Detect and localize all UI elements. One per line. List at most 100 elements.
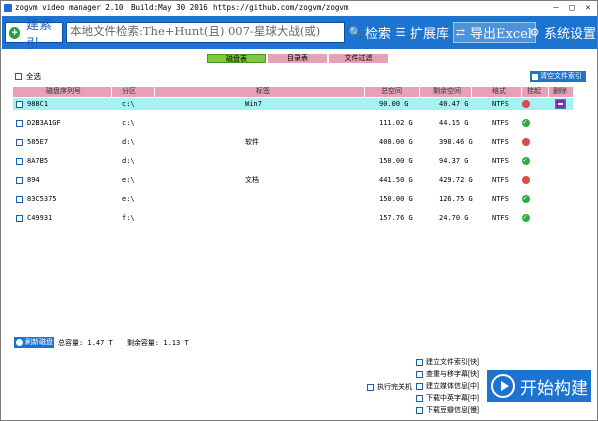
disk-label: 文档 <box>245 176 259 184</box>
table-row[interactable]: C49931 f:\ 157.76 G 24.70 G NTFS <box>13 211 573 224</box>
status-check-icon[interactable] <box>522 211 530 223</box>
option-checkbox[interactable] <box>416 382 423 390</box>
option-checkbox[interactable] <box>416 394 423 402</box>
header-total: 总空间 <box>381 88 402 95</box>
status-red-icon[interactable] <box>522 176 530 184</box>
settings-label: 系统设置 <box>544 27 597 42</box>
partition: d:\ <box>122 157 135 165</box>
option-checkbox[interactable] <box>416 370 423 378</box>
toolbar: + 建索引 本地文件检索:The+Hunt(且) 007-星球大战(或) 🔍 检… <box>2 16 597 52</box>
disk-serial: 8A7B5 <box>27 157 49 165</box>
delete-icon[interactable] <box>555 99 566 109</box>
status-check-icon[interactable] <box>522 154 530 166</box>
format: NTFS <box>492 138 509 146</box>
free-space: 24.70 G <box>439 214 469 222</box>
option-checkbox[interactable] <box>416 358 423 366</box>
table-row[interactable]: 8A7B5 d:\ 150.00 G 94.37 G NTFS <box>13 154 573 167</box>
table-row[interactable]: D2B3A1GF c:\ 111.02 G 44.15 G NTFS <box>13 116 573 129</box>
status-check-icon[interactable] <box>522 192 530 204</box>
format: NTFS <box>492 119 509 127</box>
format: NTFS <box>492 214 509 222</box>
build-option[interactable]: 下载豆瓣信息[慢] <box>416 405 479 415</box>
build-option[interactable]: 建立文件索引[快] <box>416 357 479 367</box>
tab-file-filter[interactable]: 文件过滤 <box>329 54 388 63</box>
table-row[interactable]: 988C1 c:\ Win7 90.00 G 40.47 G NTFS <box>13 98 573 110</box>
header-free: 剩余空间 <box>433 88 461 95</box>
maximize-icon[interactable]: □ <box>565 2 579 14</box>
tab-directory[interactable]: 目录表 <box>268 54 327 63</box>
table-row[interactable]: 585E7 d:\ 软件 400.00 G 398.46 G NTFS <box>13 136 573 148</box>
settings-button[interactable]: ⚙ 系统设置 <box>528 22 596 43</box>
search-input[interactable]: 本地文件检索:The+Hunt(且) 007-星球大战(或) <box>66 22 345 43</box>
row-checkbox[interactable] <box>16 101 23 108</box>
shutdown-checkbox[interactable] <box>367 383 374 391</box>
gear-icon: ⚙ <box>529 26 540 39</box>
extend-library-button[interactable]: ☰ 扩展库 <box>394 22 449 43</box>
table-row[interactable]: 894 e:\ 文档 441.50 G 429.72 G NTFS <box>13 174 573 186</box>
app-icon <box>4 4 12 12</box>
row-checkbox[interactable] <box>16 139 23 146</box>
partition: e:\ <box>122 176 135 184</box>
total-capacity: 总容量: 1.47 T <box>58 339 113 347</box>
header-format: 格式 <box>492 88 506 95</box>
select-all-label: 全选 <box>26 72 41 81</box>
start-build-label: 开始构建 <box>520 378 588 399</box>
plus-icon: + <box>9 26 21 39</box>
select-all[interactable]: 全选 <box>15 71 41 82</box>
partition: e:\ <box>122 195 135 203</box>
tab-disk[interactable]: 磁盘表 <box>207 54 266 63</box>
format: NTFS <box>492 157 509 165</box>
repo-url: https://github.com/zogvm/zogvm <box>213 3 349 12</box>
build-index-label: 建索引 <box>26 17 53 52</box>
header-serial: 磁盘序列号 <box>46 88 81 95</box>
search-button[interactable]: 🔍 检索 <box>349 22 391 43</box>
row-checkbox[interactable] <box>16 120 23 127</box>
row-checkbox[interactable] <box>16 196 23 203</box>
free-capacity: 剩余容量: 1.13 T <box>126 339 189 347</box>
close-icon[interactable]: ✕ <box>581 2 595 14</box>
row-checkbox[interactable] <box>16 177 23 184</box>
refresh-label: 刷新磁盘 <box>25 339 53 346</box>
search-icon: 🔍 <box>348 26 363 39</box>
shutdown-label: 执行完关机 <box>377 384 412 391</box>
option-checkbox[interactable] <box>416 406 423 414</box>
option-label: 查重与移字幕[快] <box>426 371 479 378</box>
status-red-icon[interactable] <box>522 138 530 146</box>
refresh-disk-button[interactable]: 刷新磁盘 <box>14 337 54 348</box>
header-label: 标签 <box>256 88 270 95</box>
build-index-button[interactable]: + 建索引 <box>5 18 63 52</box>
clear-index-button[interactable]: 清空文件索引 <box>530 71 586 82</box>
table-row[interactable]: 83C5375 e:\ 150.00 G 126.75 G NTFS <box>13 192 573 205</box>
status-check-icon[interactable] <box>522 116 530 128</box>
search-placeholder: 本地文件检索:The+Hunt(且) 007-星球大战(或) <box>70 24 321 38</box>
partition: f:\ <box>122 214 135 222</box>
build-option[interactable]: 建立媒体信息[中] <box>416 381 479 391</box>
total-space: 150.00 G <box>379 195 413 203</box>
disk-label: 软件 <box>245 138 259 146</box>
table-header: 磁盘序列号 分区 标签 总空间 剩余空间 格式 挂起 删除 <box>13 87 573 97</box>
free-space: 429.72 G <box>439 176 473 184</box>
header-partition: 分区 <box>122 88 136 95</box>
disk-serial: D2B3A1GF <box>27 119 61 127</box>
extend-label: 扩展库 <box>410 27 450 42</box>
disk-serial: 83C5375 <box>27 195 57 203</box>
free-space: 40.47 G <box>439 100 469 108</box>
build-info: Build:May 30 2016 <box>131 3 208 12</box>
option-label: 下载中英字幕[中] <box>426 395 479 402</box>
row-checkbox[interactable] <box>16 215 23 222</box>
row-checkbox[interactable] <box>16 158 23 165</box>
total-space: 400.00 G <box>379 138 413 146</box>
minimize-icon[interactable]: – <box>549 2 563 14</box>
format: NTFS <box>492 176 509 184</box>
build-option[interactable]: 下载中英字幕[中] <box>416 393 479 403</box>
status-red-icon[interactable] <box>522 100 530 108</box>
free-space: 44.15 G <box>439 119 469 127</box>
free-space: 398.46 G <box>439 138 473 146</box>
build-option[interactable]: 查重与移字幕[快] <box>416 369 479 379</box>
select-all-checkbox[interactable] <box>15 73 22 80</box>
total-space: 157.76 G <box>379 214 413 222</box>
export-excel-button[interactable]: ⇄ 导出Excel <box>453 22 536 43</box>
shutdown-option[interactable]: 执行完关机 <box>367 382 412 392</box>
title-bar: zogvm video manager 2.10 Build:May 30 20… <box>1 1 597 15</box>
start-build-button[interactable]: 开始构建 <box>487 370 591 402</box>
